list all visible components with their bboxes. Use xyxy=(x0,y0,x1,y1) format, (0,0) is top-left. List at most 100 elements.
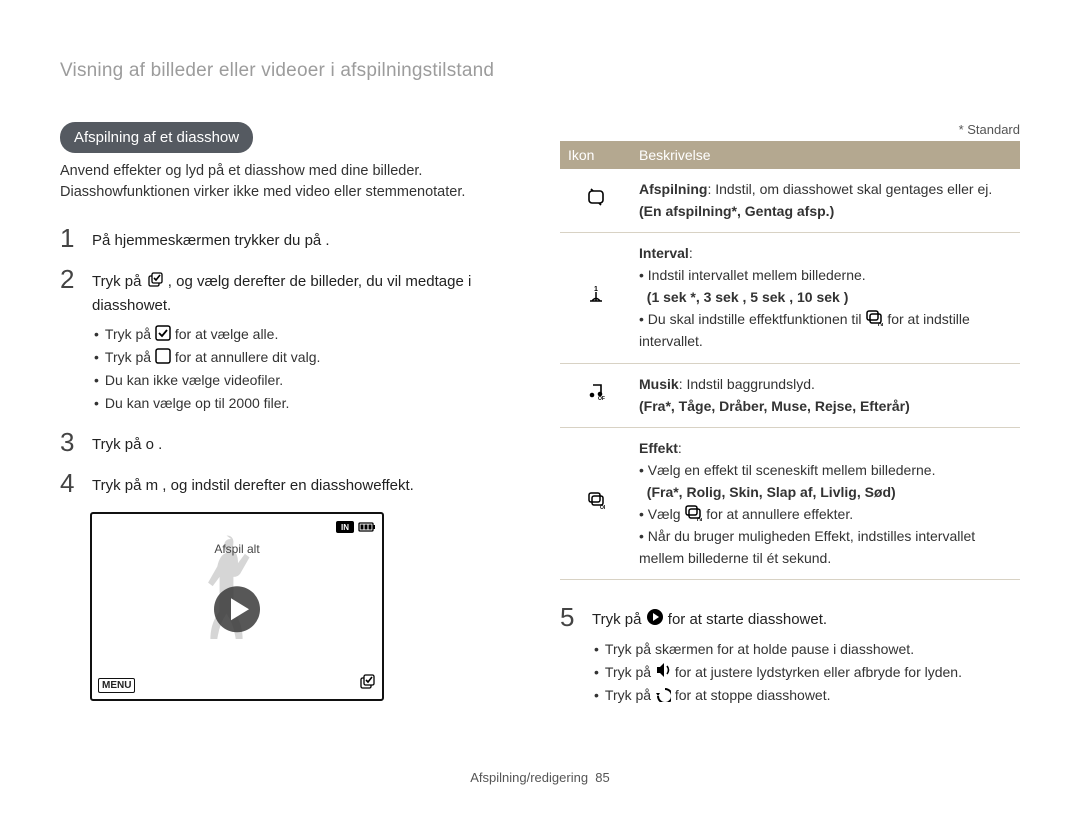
s5-sub-a-text: Tryk på skærmen for at holde pause i dia… xyxy=(605,638,914,661)
step-body: Tryk på o . xyxy=(92,429,520,456)
thumb-select-icon[interactable] xyxy=(358,672,376,693)
sub-a-post: for at vælge alle. xyxy=(175,326,279,342)
step-num: 5 xyxy=(560,604,582,707)
th-icon: Ikon xyxy=(560,141,631,169)
s5-sub-c-pre: Tryk på xyxy=(605,687,655,703)
sub-a-pre: Tryk på xyxy=(105,326,155,342)
r3-options: (Fra*, Tåge, Dråber, Muse, Rejse, Efterå… xyxy=(639,398,910,414)
interval-icon xyxy=(560,233,631,363)
preview-status-icons xyxy=(336,520,376,538)
preview-caption: Afspil alt xyxy=(214,542,259,556)
battery-icon xyxy=(358,520,376,538)
effect-off-icon xyxy=(865,308,883,326)
sub-c: Du kan ikke vælge videofiler. xyxy=(94,369,520,392)
page: Visning af billeder eller videoer i afsp… xyxy=(0,0,1080,815)
in-badge-icon xyxy=(336,520,354,537)
sub-c-text: Du kan ikke vælge videofiler. xyxy=(105,369,283,392)
step-5: 5 Tryk på for at starte diasshowet. Tryk… xyxy=(560,604,1020,707)
s5-sub-c: Tryk på for at stoppe diasshowet. xyxy=(594,684,1020,707)
speaker-icon xyxy=(655,661,671,679)
step-body: Tryk på for at starte diasshowet. Tryk p… xyxy=(592,604,1020,707)
row-playback-desc: Afspilning: Indstil, om diasshowet skal … xyxy=(631,169,1020,233)
step-body: På hjemmeskærmen trykker du på . xyxy=(92,225,520,252)
r3-title: Musik xyxy=(639,376,679,392)
s5-sub-b: Tryk på for at justere lydstyrken eller … xyxy=(594,661,1020,684)
row-music: Musik: Indstil baggrundslyd. (Fra*, Tåge… xyxy=(560,363,1020,427)
r4-c-post: for at annullere effekter. xyxy=(706,506,853,522)
step2-sublist: Tryk på for at vælge alle. Tryk på for a… xyxy=(94,323,520,415)
section-heading: Afspilning af et diasshow xyxy=(60,122,253,153)
step-2: 2 Tryk på , og vælg derefter de billeder… xyxy=(60,266,520,415)
r1-title: Afspilning xyxy=(639,181,707,197)
step-4: 4 Tryk på m , og indstil derefter en dia… xyxy=(60,470,520,497)
r1-text: : Indstil, om diasshowet skal gentages e… xyxy=(707,181,992,197)
step-3: 3 Tryk på o . xyxy=(60,429,520,456)
right-column: * Standard Ikon Beskrivelse Afspilning: … xyxy=(560,122,1020,721)
row-effect: Effekt: • Vælg en effekt til sceneskift … xyxy=(560,428,1020,580)
left-column: Afspilning af et diasshow Anvend effekte… xyxy=(60,122,520,721)
check-stack-icon xyxy=(146,270,164,288)
r4-d: Når du bruger muligheden Effekt, indstil… xyxy=(639,528,975,566)
breadcrumb: Visning af billeder eller videoer i afsp… xyxy=(60,60,1020,82)
check-all-icon xyxy=(155,325,171,341)
s5-sub-b-post: for at justere lydstyrken eller afbryde … xyxy=(675,664,962,680)
uncheck-icon xyxy=(155,348,171,364)
s5-sublist: Tryk på skærmen for at holde pause i dia… xyxy=(594,638,1020,707)
standard-note: * Standard xyxy=(560,122,1020,137)
s5-sub-a: Tryk på skærmen for at holde pause i dia… xyxy=(594,638,1020,661)
step-num: 4 xyxy=(60,470,82,497)
menu-button[interactable]: MENU xyxy=(98,678,135,693)
s5-sub-b-pre: Tryk på xyxy=(605,664,655,680)
r2-c-pre: Du skal indstille effektfunktionen til xyxy=(648,311,866,327)
intro-text: Anvend effekter og lyd på et diasshow me… xyxy=(60,161,520,203)
row-playback: Afspilning: Indstil, om diasshowet skal … xyxy=(560,169,1020,233)
r2-title: Interval xyxy=(639,245,689,261)
steps-list: 1 På hjemmeskærmen trykker du på . 2 Try… xyxy=(60,225,520,701)
step2-text-a: Tryk på xyxy=(92,273,146,290)
r4-b: (Fra*, Rolig, Skin, Slap af, Livlig, Sød… xyxy=(647,484,896,500)
r4-a: Vælg en effekt til sceneskift mellem bil… xyxy=(648,462,936,478)
step-num: 1 xyxy=(60,225,82,252)
intro-line-2: Diasshowfunktionen virker ikke med video… xyxy=(60,184,465,200)
intro-line-1: Anvend effekter og lyd på et diasshow me… xyxy=(60,163,422,179)
repeat-icon xyxy=(560,169,631,233)
effect-off-inline-icon xyxy=(684,503,702,521)
r2-a: Indstil intervallet mellem billederne. xyxy=(648,267,866,283)
options-table: Ikon Beskrivelse Afspilning: Indstil, om… xyxy=(560,141,1020,580)
row-music-desc: Musik: Indstil baggrundslyd. (Fra*, Tåge… xyxy=(631,363,1020,427)
s5-sub-c-post: for at stoppe diasshowet. xyxy=(675,687,831,703)
r4-title: Effekt xyxy=(639,440,678,456)
step-body: Tryk på , og vælg derefter de billeder, … xyxy=(92,266,520,415)
footer-section: Afspilning/redigering xyxy=(470,770,588,785)
play-circle-icon xyxy=(646,608,664,626)
play-button[interactable] xyxy=(213,585,261,637)
step-num: 3 xyxy=(60,429,82,456)
steps-right: 5 Tryk på for at starte diasshowet. Tryk… xyxy=(560,604,1020,707)
r1-options: (En afspilning*, Gentag afsp.) xyxy=(639,203,834,219)
s5-b: for at starte diasshowet. xyxy=(668,611,827,628)
music-icon xyxy=(560,363,631,427)
th-desc: Beskrivelse xyxy=(631,141,1020,169)
r2-b: (1 sek *, 3 sek , 5 sek , 10 sek ) xyxy=(647,289,849,305)
page-footer: Afspilning/redigering 85 xyxy=(0,770,1080,785)
back-icon xyxy=(655,686,671,702)
s5-a: Tryk på xyxy=(592,611,646,628)
r3-text: : Indstil baggrundslyd. xyxy=(679,376,815,392)
r4-c-pre: Vælg xyxy=(648,506,685,522)
sub-d: Du kan vælge op til 2000 filer. xyxy=(94,392,520,415)
row-interval-desc: Interval: • Indstil intervallet mellem b… xyxy=(631,233,1020,363)
step-body: Tryk på m , og indstil derefter en diass… xyxy=(92,470,520,497)
row-interval: Interval: • Indstil intervallet mellem b… xyxy=(560,233,1020,363)
sub-b: Tryk på for at annullere dit valg. xyxy=(94,346,520,369)
effect-icon xyxy=(560,428,631,580)
row-effect-desc: Effekt: • Vælg en effekt til sceneskift … xyxy=(631,428,1020,580)
sub-a: Tryk på for at vælge alle. xyxy=(94,323,520,346)
sub-b-pre: Tryk på xyxy=(105,349,155,365)
step-num: 2 xyxy=(60,266,82,415)
content-columns: Afspilning af et diasshow Anvend effekte… xyxy=(60,122,1020,721)
sub-b-post: for at annullere dit valg. xyxy=(175,349,321,365)
table-head-row: Ikon Beskrivelse xyxy=(560,141,1020,169)
footer-page: 85 xyxy=(595,770,609,785)
camera-preview: Afspil alt MENU xyxy=(90,512,384,701)
sub-d-text: Du kan vælge op til 2000 filer. xyxy=(105,392,289,415)
